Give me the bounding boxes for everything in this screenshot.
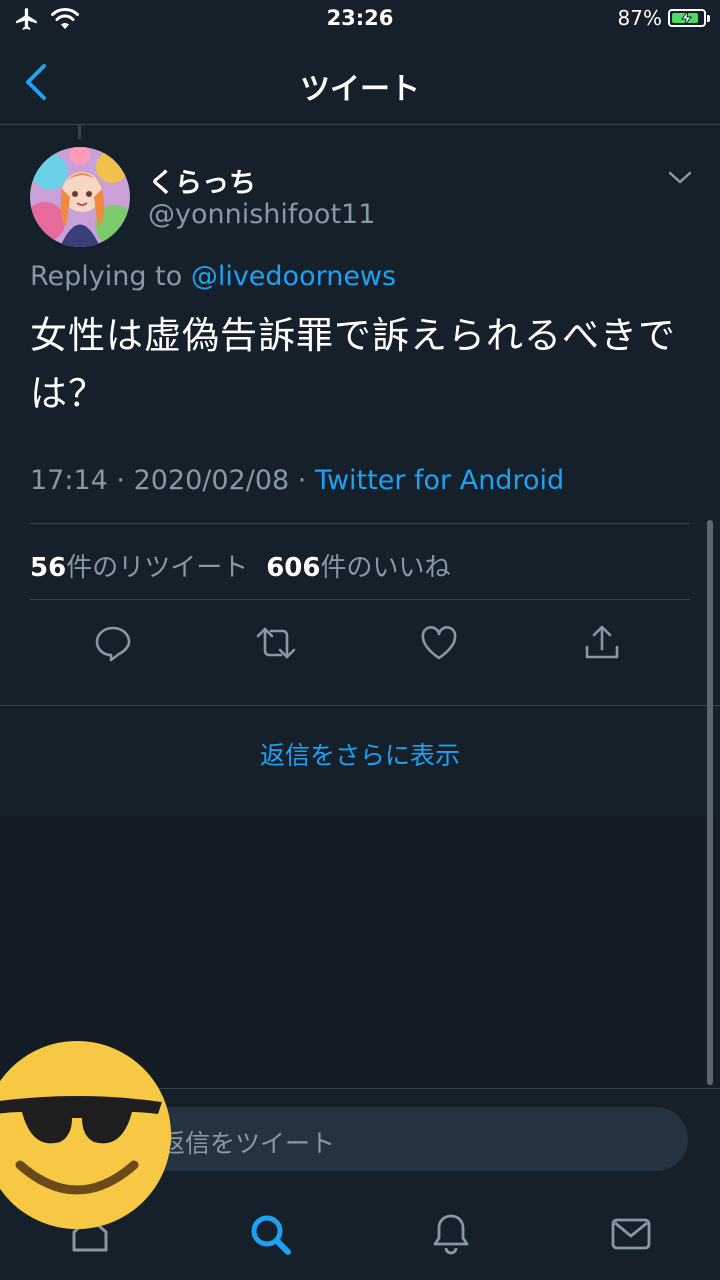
messages-icon: [611, 1218, 651, 1250]
display-name[interactable]: くらっち: [148, 161, 256, 200]
divider: [30, 599, 690, 600]
sunglasses-emoji-icon: [0, 1040, 172, 1230]
replying-to-mention[interactable]: @livedoornews: [191, 261, 396, 292]
retweets-label: 件のリツイート: [66, 553, 249, 583]
tweet-menu-button[interactable]: [664, 165, 696, 189]
share-button[interactable]: [580, 621, 624, 665]
like-button[interactable]: [417, 621, 461, 665]
charging-bolt-icon: [681, 11, 692, 25]
tweet-date: 2020/02/08: [133, 465, 290, 496]
meta-separator: ·: [289, 465, 315, 496]
tab-messages[interactable]: [607, 1210, 655, 1258]
battery-charging-icon: [668, 9, 710, 27]
retweet-icon: [256, 627, 296, 659]
reply-button[interactable]: [91, 621, 135, 665]
more-replies-section: 返信をさらに表示: [0, 706, 720, 816]
page-title: ツイート: [300, 72, 420, 107]
likes-label: 件のいいね: [320, 553, 451, 583]
reply-placeholder: 返信をツイート: [160, 1129, 336, 1158]
avatar-image: [30, 147, 130, 247]
user-handle[interactable]: @yonnishifoot11: [148, 199, 375, 230]
divider: [30, 523, 690, 524]
tab-search[interactable]: [246, 1210, 294, 1258]
reply-input[interactable]: 返信をツイート: [120, 1107, 688, 1171]
tweet-time: 17:14: [30, 465, 108, 496]
retweets-stat[interactable]: 56件のリツイート: [30, 553, 248, 583]
retweets-count: 56: [30, 553, 67, 583]
like-icon: [421, 626, 457, 660]
tweet-detail: くらっち @yonnishifoot11 Replying to @livedo…: [0, 125, 720, 705]
battery-tip: [707, 15, 710, 22]
chevron-down-icon: [668, 171, 692, 184]
replying-prefix: Replying to: [30, 261, 191, 292]
meta-separator: ·: [107, 465, 134, 496]
replying-to: Replying to @livedoornews: [30, 261, 396, 292]
tab-notifications[interactable]: [427, 1210, 475, 1258]
notifications-icon: [433, 1214, 469, 1255]
tweet-source[interactable]: Twitter for Android: [315, 465, 564, 496]
avatar[interactable]: [30, 147, 130, 247]
engagement-counts: 56件のリツイート 606件のいいね: [30, 547, 451, 584]
likes-count: 606: [266, 553, 321, 583]
nav-bar: ツイート: [0, 40, 720, 125]
status-bar: 23:26 87%: [0, 0, 720, 40]
battery-percent: 87%: [617, 6, 662, 30]
share-icon: [585, 625, 619, 659]
retweet-button[interactable]: [254, 621, 298, 665]
search-icon: [251, 1215, 291, 1255]
thread-line: [78, 125, 81, 139]
scrollbar[interactable]: [707, 520, 713, 1085]
status-time: 23:26: [326, 6, 394, 30]
likes-stat[interactable]: 606件のいいね: [266, 553, 450, 583]
tweet-meta: 17:14 · 2020/02/08 · Twitter for Android: [30, 465, 564, 496]
status-right: 87%: [617, 6, 710, 30]
reply-icon: [95, 626, 131, 662]
tweet-text: 女性は虚偽告訴罪で訴えられるべきでは？: [30, 314, 676, 415]
show-more-replies-link[interactable]: 返信をさらに表示: [0, 736, 720, 772]
